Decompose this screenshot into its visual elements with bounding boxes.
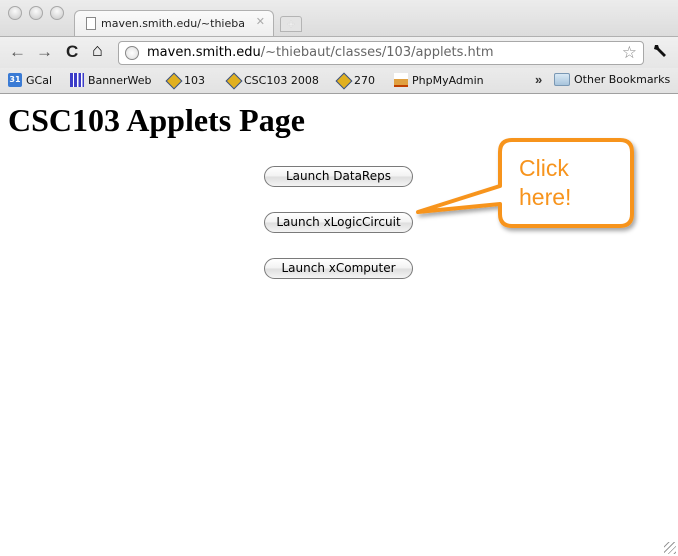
tab-close-icon[interactable]: ✕ xyxy=(256,15,265,28)
launch-xlogiccircuit-button[interactable]: Launch xLogicCircuit xyxy=(264,212,413,233)
tab-title: maven.smith.edu/~thiebaut/ xyxy=(101,17,245,30)
bookmark-other-bookmarks[interactable]: Other Bookmarks xyxy=(554,73,670,86)
tab-strip: maven.smith.edu/~thiebaut/ ✕ + xyxy=(0,0,678,37)
wrench-icon[interactable] xyxy=(652,43,668,64)
diamond-icon xyxy=(166,73,180,87)
launch-datareps-button[interactable]: Launch DataReps xyxy=(264,166,413,187)
callout-line-1: Click xyxy=(519,155,569,181)
bookmark-label: 103 xyxy=(184,73,205,87)
globe-icon xyxy=(125,46,139,60)
launch-xcomputer-button[interactable]: Launch xComputer xyxy=(264,258,413,279)
url-path: /~thiebaut/classes/103/applets.htm xyxy=(260,45,494,60)
back-icon[interactable]: ← xyxy=(9,42,26,62)
bookmark-gcal[interactable]: 31 GCal xyxy=(8,73,52,87)
bookmark-star-icon[interactable]: ☆ xyxy=(622,43,637,63)
diamond-icon xyxy=(336,73,350,87)
bookmarks-bar: 31 GCal BannerWeb 103 CSC103 2008 270 Ph… xyxy=(0,68,678,94)
phpmyadmin-icon xyxy=(394,73,408,87)
bookmark-label: Other Bookmarks xyxy=(574,73,671,86)
tab-applets[interactable]: maven.smith.edu/~thiebaut/ ✕ xyxy=(74,10,274,37)
bookmark-label: GCal xyxy=(26,73,53,87)
forward-icon[interactable]: → xyxy=(36,42,53,62)
bookmark-label: PhpMyAdmin xyxy=(412,73,484,87)
bookmark-label: BannerWeb xyxy=(88,73,152,87)
page-icon xyxy=(86,17,96,30)
zoom-window-button[interactable] xyxy=(50,6,64,20)
calendar-icon: 31 xyxy=(8,73,22,87)
close-window-button[interactable] xyxy=(8,6,22,20)
url-text[interactable]: maven.smith.edu/~thiebaut/classes/103/ap… xyxy=(147,45,494,60)
bookmarks-overflow-icon[interactable]: » xyxy=(535,72,542,87)
bookmark-103[interactable]: 103 xyxy=(166,73,205,87)
bannerweb-icon xyxy=(70,73,84,87)
bookmark-bannerweb[interactable]: BannerWeb xyxy=(70,73,152,87)
bookmark-phpmyadmin[interactable]: PhpMyAdmin xyxy=(394,73,484,87)
bookmark-label: 270 xyxy=(354,73,375,87)
home-icon[interactable]: ⌂ xyxy=(92,40,103,61)
callout-line-2: here! xyxy=(519,184,572,210)
new-tab-button[interactable]: + xyxy=(280,16,302,32)
bookmark-270[interactable]: 270 xyxy=(336,73,375,87)
address-bar[interactable]: maven.smith.edu/~thiebaut/classes/103/ap… xyxy=(118,41,644,65)
folder-icon xyxy=(554,73,570,86)
resize-handle[interactable] xyxy=(664,542,676,554)
browser-toolbar: ← → C ⌂ maven.smith.edu/~thiebaut/classe… xyxy=(0,36,678,68)
bookmark-csc103-2008[interactable]: CSC103 2008 xyxy=(226,73,319,87)
page-title: CSC103 Applets Page xyxy=(8,102,305,138)
url-host: maven.smith.edu xyxy=(147,45,261,60)
bookmark-label: CSC103 2008 xyxy=(244,73,319,87)
minimize-window-button[interactable] xyxy=(29,6,43,20)
diamond-icon xyxy=(226,73,240,87)
callout-text: Click here! xyxy=(519,154,619,212)
reload-icon[interactable]: C xyxy=(66,42,78,62)
